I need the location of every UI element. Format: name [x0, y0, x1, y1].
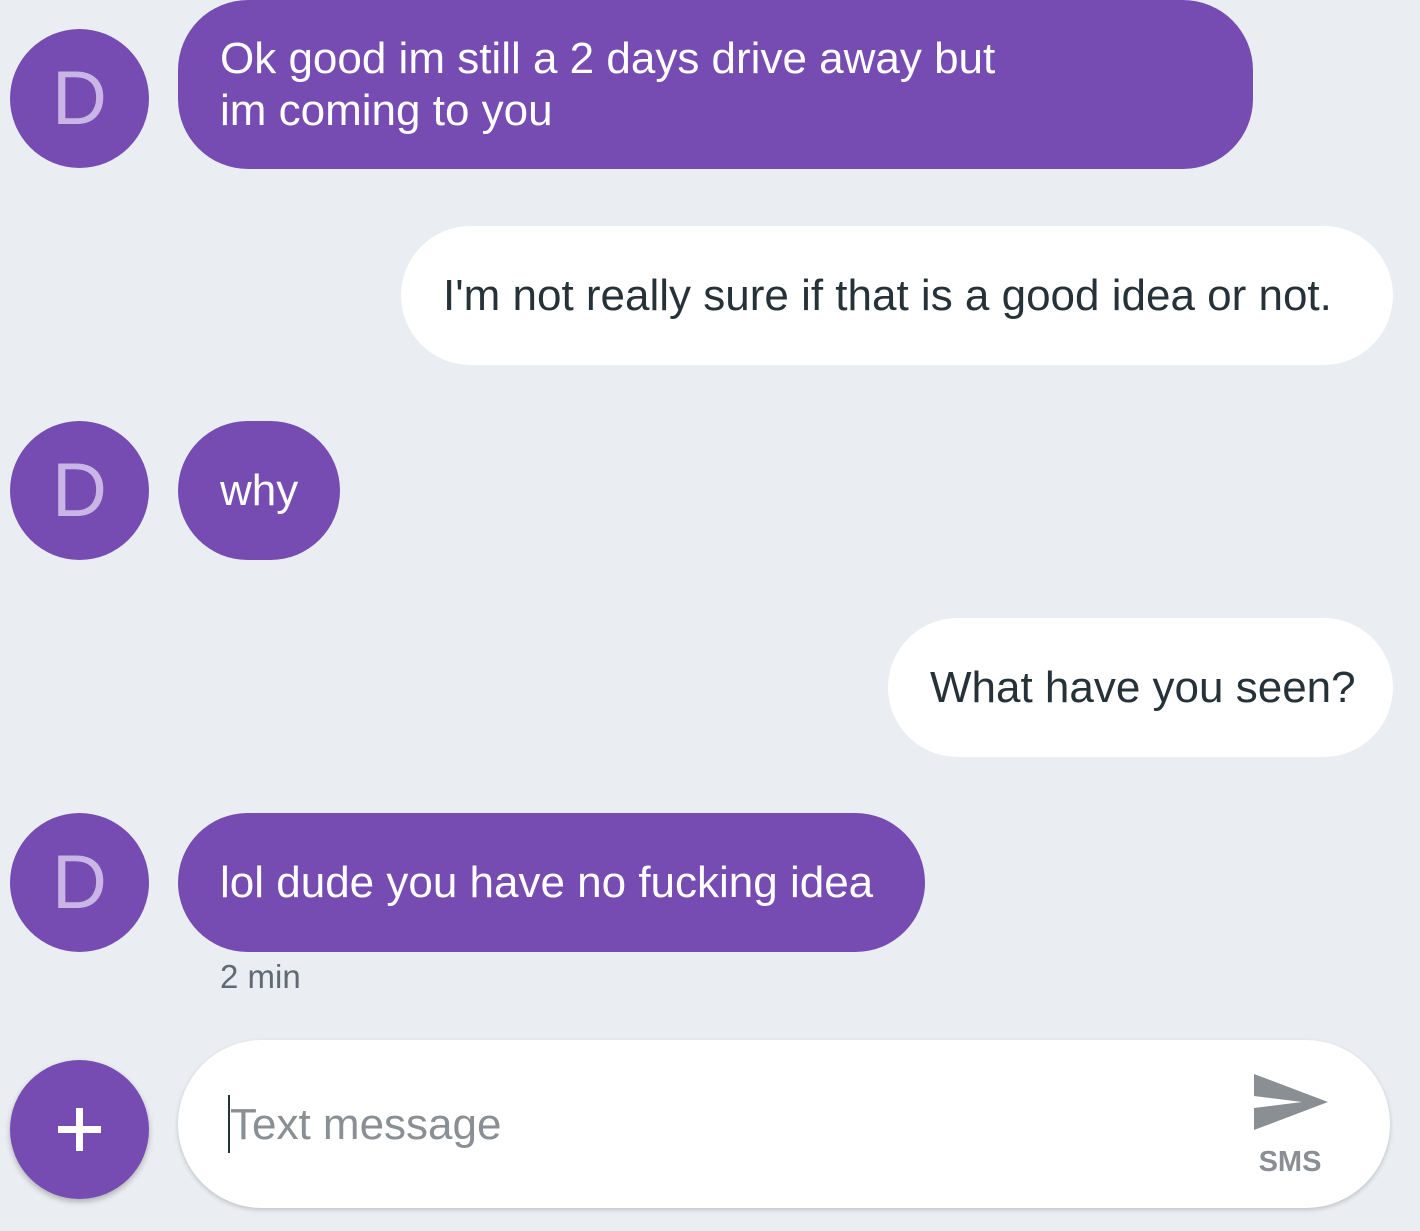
send-mode-label: SMS [1258, 1146, 1322, 1178]
message-bubble-outgoing[interactable]: What have you seen? [888, 618, 1393, 757]
message-text-line: im coming to you [220, 86, 553, 135]
avatar-initial: D [52, 448, 107, 533]
message-text: What have you seen? [930, 662, 1356, 712]
message-bubble-incoming[interactable]: why [178, 421, 340, 560]
avatar-initial: D [52, 840, 107, 925]
send-button[interactable]: SMS [1248, 1070, 1332, 1190]
add-attachment-button[interactable] [10, 1060, 149, 1199]
message-text: I'm not really sure if that is a good id… [443, 270, 1332, 320]
contact-avatar[interactable]: D [10, 421, 149, 560]
add-icon [58, 1108, 101, 1151]
message-timestamp: 2 min [220, 958, 301, 995]
avatar-initial: D [52, 56, 107, 141]
contact-avatar[interactable]: D [10, 29, 149, 168]
send-icon [1254, 1074, 1328, 1130]
message-bubble-incoming[interactable]: Ok good im still a 2 days drive away but… [178, 0, 1253, 169]
message-bubble-outgoing[interactable]: I'm not really sure if that is a good id… [401, 226, 1393, 365]
message-bubble-incoming[interactable]: lol dude you have no fucking idea [178, 813, 925, 952]
message-input[interactable] [230, 1090, 1210, 1160]
text-cursor [228, 1095, 230, 1153]
message-text: lol dude you have no fucking idea [220, 857, 874, 907]
contact-avatar[interactable]: D [10, 813, 149, 952]
message-text: why [220, 465, 299, 515]
message-text-line: Ok good im still a 2 days drive away but [220, 34, 996, 83]
